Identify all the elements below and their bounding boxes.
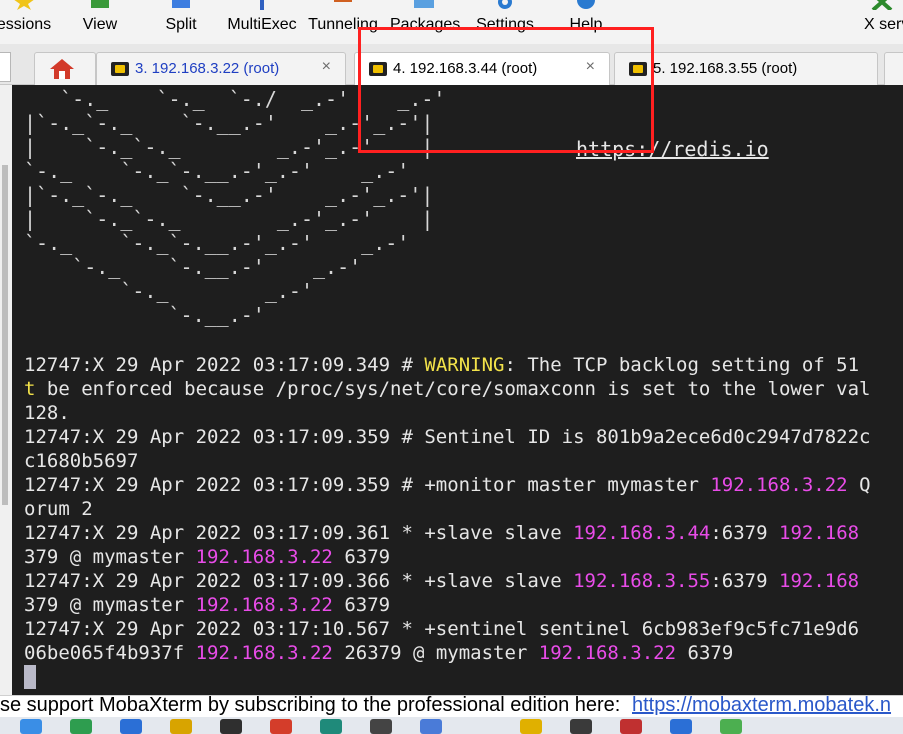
log-text: 12747:X 29 Apr 2022 03:17:09.359 # Senti… <box>24 426 871 448</box>
support-message: se support MobaXterm by subscribing to t… <box>0 695 621 716</box>
taskbar-app-icon[interactable] <box>20 719 42 734</box>
split-icon <box>172 0 190 8</box>
toolbar-multiexec-button[interactable]: MultiExec <box>226 0 298 44</box>
log-text: 26379 @ mymaster <box>332 642 539 664</box>
view-icon <box>91 0 109 8</box>
tunneling-icon <box>334 0 352 2</box>
toolbar-xserver-button[interactable]: X serv <box>860 0 903 44</box>
ascii-art-line: `-._ `-._`-.__.-'_.-' _.-' <box>24 231 410 255</box>
sidebar-scrollbar-thumb[interactable] <box>2 165 8 505</box>
log-line: orum 2 <box>24 498 93 520</box>
support-link[interactable]: https://mobaxterm.mobatek.n <box>632 696 891 716</box>
log-line: 12747:X 29 Apr 2022 03:17:09.359 # +moni… <box>24 474 871 496</box>
ip-address-text: 192.168.3.22 <box>195 546 333 568</box>
log-text: 12747:X 29 Apr 2022 03:17:09.349 # <box>24 354 425 376</box>
packages-icon <box>414 0 434 8</box>
terminal-cursor <box>24 665 36 689</box>
highlight-box <box>358 27 654 153</box>
taskbar-app-icon[interactable] <box>220 719 242 734</box>
log-text: orum 2 <box>24 498 93 520</box>
log-line: 12747:X 29 Apr 2022 03:17:09.349 # WARNI… <box>24 354 859 376</box>
settings-gear-icon <box>498 0 512 9</box>
status-bar: se support MobaXterm by subscribing to t… <box>0 695 903 718</box>
ip-address-text: 192.168.3.22 <box>195 642 333 664</box>
multiexec-icon <box>260 0 264 10</box>
taskbar-app-icon[interactable] <box>420 719 442 734</box>
log-line: c1680b5697 <box>24 450 138 472</box>
help-icon <box>577 0 595 9</box>
log-text: 6379 <box>676 642 734 664</box>
log-line: 06be065f4b937f 192.168.3.22 26379 @ myma… <box>24 642 733 664</box>
toolbar-split-button[interactable]: Split <box>154 0 208 44</box>
log-line: 379 @ mymaster 192.168.3.22 6379 <box>24 594 390 616</box>
ip-address-text: 192.168 <box>779 570 860 592</box>
x-server-icon <box>871 0 893 10</box>
log-text: 12747:X 29 Apr 2022 03:17:10.567 * +sent… <box>24 618 860 640</box>
tab-session-3[interactable]: 3. 192.168.3.22 (root) × <box>96 52 346 85</box>
toolbar-view-button[interactable]: View <box>72 0 128 44</box>
log-text: 12747:X 29 Apr 2022 03:17:09.359 # +moni… <box>24 474 711 496</box>
log-line: 12747:X 29 Apr 2022 03:17:10.567 * +sent… <box>24 618 859 640</box>
ssh-key-icon <box>111 62 129 76</box>
ascii-art-line: `-._ _.-' <box>120 279 313 303</box>
ip-address-text: 192.168.3.22 <box>538 642 677 664</box>
log-line: 12747:X 29 Apr 2022 03:17:09.366 * +slav… <box>24 570 859 592</box>
log-text: 6379 <box>332 546 391 568</box>
ip-address-text: 192.168.3.22 <box>195 594 333 616</box>
warning-text: WARNING <box>424 354 505 376</box>
log-line: 12747:X 29 Apr 2022 03:17:09.361 * +slav… <box>24 522 859 544</box>
ascii-art-line: |`-._`-._ `-.__.-' _.-'_.-'| <box>24 183 434 207</box>
log-text: : The TCP backlog setting of 51 <box>504 354 860 376</box>
taskbar-app-icon[interactable] <box>170 719 192 734</box>
warning-text: t <box>24 378 36 400</box>
log-text: be enforced because /proc/sys/net/core/s… <box>35 378 871 400</box>
taskbar-app-icon[interactable] <box>520 719 542 734</box>
taskbar-app-icon[interactable] <box>270 719 292 734</box>
log-text: 6379 <box>332 594 391 616</box>
ascii-art-line: `-._ `-._`-.__.-'_.-' _.-' <box>24 159 410 183</box>
log-text: :6379 <box>710 570 779 592</box>
taskbar-app-icon[interactable] <box>320 719 342 734</box>
log-line: 128. <box>24 402 70 424</box>
sidebar-collapse-handle[interactable] <box>0 52 11 82</box>
taskbar-app-icon[interactable] <box>70 719 92 734</box>
terminal-log-output: 12747:X 29 Apr 2022 03:17:09.349 # WARNI… <box>24 353 871 665</box>
ip-address-text: 192.168 <box>779 522 860 544</box>
tab-title: 3. 192.168.3.22 (root) <box>135 60 280 77</box>
log-line: t be enforced because /proc/sys/net/core… <box>24 378 871 400</box>
tab-close-icon[interactable]: × <box>322 58 331 76</box>
taskbar-app-icon[interactable] <box>620 719 642 734</box>
ascii-art-line: | `-._`-._ _.-'_.-' | <box>24 207 434 231</box>
windows-taskbar <box>0 717 903 734</box>
log-text: 12747:X 29 Apr 2022 03:17:09.361 * +slav… <box>24 522 574 544</box>
new-tab-button[interactable] <box>884 52 903 85</box>
tab-title: 5. 192.168.3.55 (root) <box>653 60 798 77</box>
taskbar-app-icon[interactable] <box>570 719 592 734</box>
log-text: 06be065f4b937f <box>24 642 196 664</box>
tab-home[interactable] <box>34 52 96 85</box>
log-text: 379 @ mymaster <box>24 546 196 568</box>
taskbar-app-icon[interactable] <box>670 719 692 734</box>
toolbar-sessions-button[interactable]: essions <box>0 0 54 44</box>
log-text: 12747:X 29 Apr 2022 03:17:09.366 * +slav… <box>24 570 574 592</box>
sessions-icon <box>14 0 34 10</box>
log-text: Q <box>847 474 871 496</box>
taskbar-app-icon[interactable] <box>370 719 392 734</box>
log-line: 12747:X 29 Apr 2022 03:17:09.359 # Senti… <box>24 426 870 448</box>
terminal-pane[interactable]: `-._ `-._ `-./ _.-' _.-' |`-._`-._ `-.__… <box>12 85 903 695</box>
log-text: :6379 <box>710 522 779 544</box>
log-text: 128. <box>24 402 70 424</box>
ascii-art-line: `-.__.-' <box>168 303 265 327</box>
ip-address-text: 192.168.3.22 <box>710 474 848 496</box>
log-text: 379 @ mymaster <box>24 594 196 616</box>
log-text: c1680b5697 <box>24 450 139 472</box>
ip-address-text: 192.168.3.55 <box>573 570 711 592</box>
taskbar-app-icon[interactable] <box>720 719 742 734</box>
log-line: 379 @ mymaster 192.168.3.22 6379 <box>24 546 390 568</box>
home-icon <box>50 59 74 79</box>
ip-address-text: 192.168.3.44 <box>573 522 711 544</box>
taskbar-app-icon[interactable] <box>120 719 142 734</box>
ascii-art-line: `-._ `-.__.-' _.-' <box>72 255 362 279</box>
